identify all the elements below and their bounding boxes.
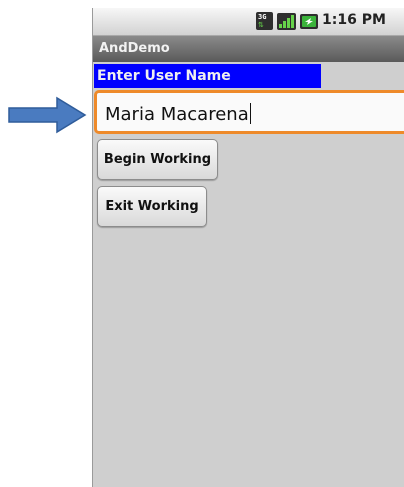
device-screen: 3G ⇅ 1:16 PM AndDemo Enter User Name Mar…: [92, 8, 404, 487]
user-name-label: Enter User Name: [97, 68, 231, 84]
user-name-input[interactable]: Maria Macarena: [94, 90, 404, 134]
user-name-label-bar: Enter User Name: [94, 64, 321, 88]
user-name-value: Maria Macarena: [105, 104, 249, 125]
text-caret: [249, 103, 251, 124]
screenshot-stage: 3G ⇅ 1:16 PM AndDemo Enter User Name Mar…: [0, 0, 404, 487]
status-bar: 3G ⇅ 1:16 PM: [93, 8, 404, 36]
battery-charging-icon: [300, 14, 318, 29]
status-time: 1:16 PM: [322, 12, 386, 28]
app-title: AndDemo: [99, 41, 170, 56]
network-badge: 3G: [258, 13, 267, 21]
exit-working-button[interactable]: Exit Working: [97, 186, 207, 227]
pointer-arrow-icon: [8, 96, 87, 134]
3g-icon: 3G ⇅: [256, 12, 273, 30]
app-title-bar: AndDemo: [93, 36, 404, 62]
signal-icon: [277, 13, 296, 30]
begin-working-button[interactable]: Begin Working: [97, 139, 218, 180]
